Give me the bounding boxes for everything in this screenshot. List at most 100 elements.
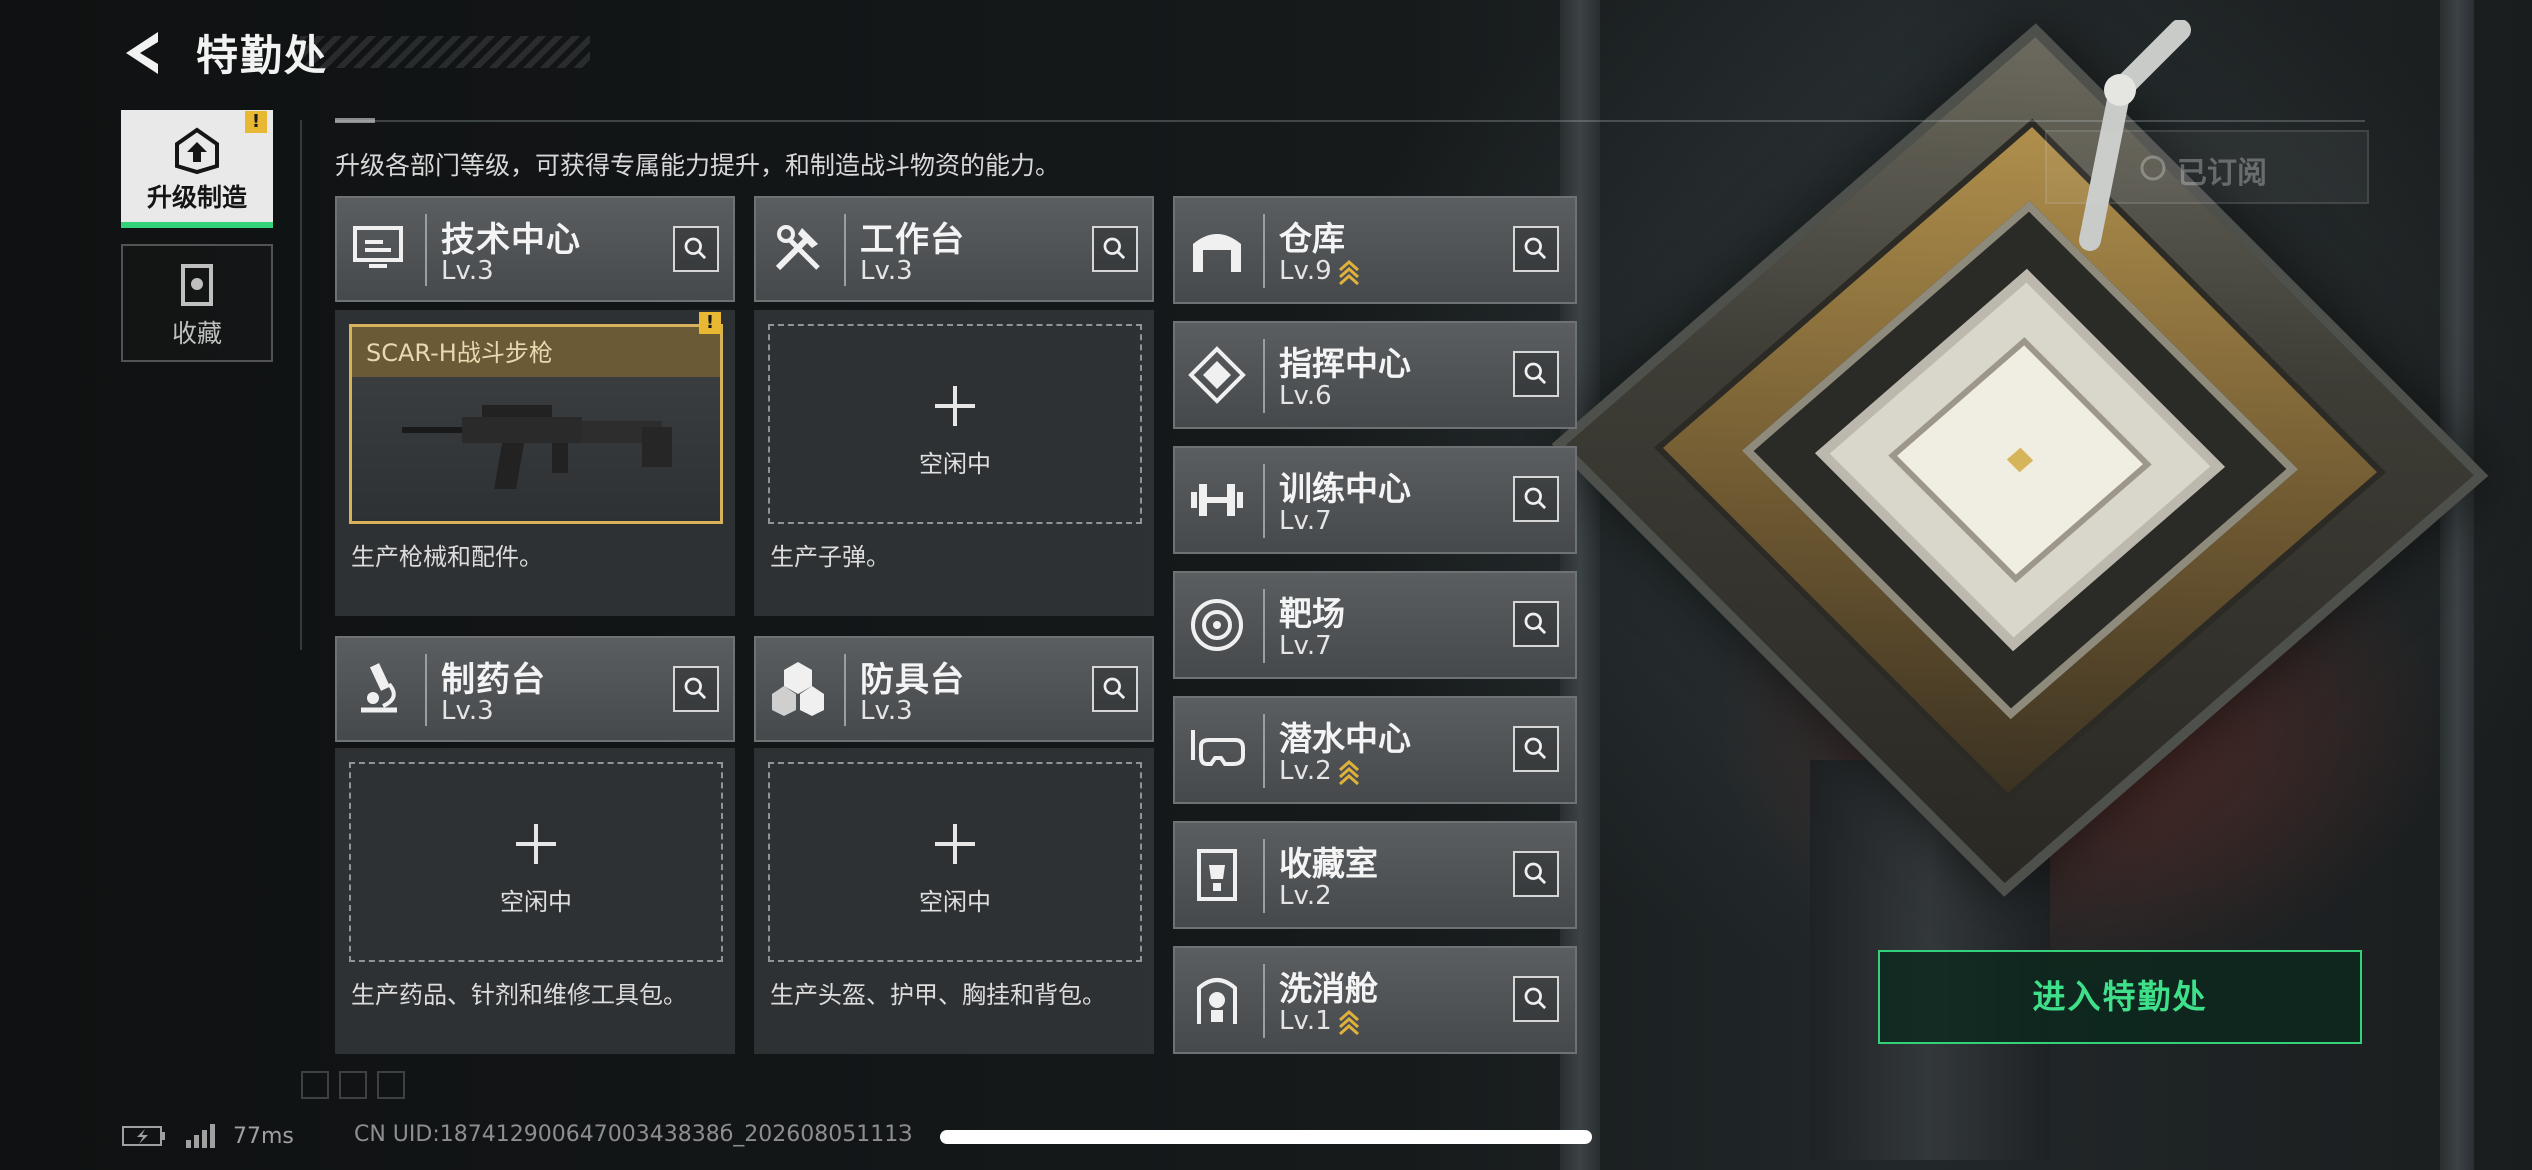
department-description: 生产药品、针剂和维修工具包。 (351, 981, 687, 1009)
department-description: 生产枪械和配件。 (351, 543, 543, 571)
department-description: 生产子弹。 (770, 543, 890, 571)
signal-icon (186, 1124, 215, 1148)
enter-button-label: 进入特勤处 (2032, 977, 2208, 1016)
search-icon[interactable] (1513, 351, 1559, 397)
microscope-icon (361, 663, 397, 713)
warning-badge: ! (699, 312, 721, 334)
production-slot-empty[interactable]: 空闲中 (349, 762, 723, 962)
check-icon (2140, 155, 2166, 181)
facility-level: Lv.7 (1279, 506, 1332, 536)
back-icon[interactable] (118, 28, 170, 78)
search-icon[interactable] (1513, 851, 1559, 897)
nav-label: 升级制造 (146, 183, 247, 212)
item-name: SCAR-H战斗步枪 (366, 339, 553, 367)
search-icon[interactable] (673, 226, 719, 272)
home-indicator[interactable] (940, 1130, 1592, 1144)
enter-special-ops-button[interactable]: 进入特勤处 (1878, 950, 2362, 1044)
department-pharmacy[interactable]: 制药台 Lv.3 (335, 636, 735, 742)
facility-collection-room[interactable]: 收藏室 Lv.2 (1173, 821, 1577, 929)
department-level: Lv.3 (860, 696, 913, 726)
facility-name: 潜水中心 (1279, 719, 1411, 758)
facility-diving-center[interactable]: 潜水中心 Lv.2 (1173, 696, 1577, 804)
upgrade-available-icon (1338, 259, 1359, 285)
collection-icon (181, 264, 213, 306)
boxes-icon (772, 662, 824, 716)
department-level: Lv.3 (860, 256, 913, 286)
facility-level: Lv.7 (1279, 631, 1332, 661)
facility-training-center[interactable]: 训练中心 Lv.7 (1173, 446, 1577, 554)
slot-status: 空闲中 (919, 450, 991, 478)
slot-status: 空闲中 (500, 888, 572, 916)
search-icon[interactable] (1513, 601, 1559, 647)
tools-icon (775, 225, 820, 271)
divider (335, 120, 2365, 122)
department-tech-center[interactable]: 技术中心 Lv.3 (335, 196, 735, 302)
search-icon[interactable] (1513, 726, 1559, 772)
search-icon[interactable] (1513, 476, 1559, 522)
department-body: 空闲中 生产头盔、护甲、胸挂和背包。 (754, 748, 1154, 1054)
department-body: 空闲中 生产子弹。 (754, 310, 1154, 616)
title-decoration (300, 36, 590, 68)
upgrade-available-icon (1338, 1009, 1359, 1035)
trophy-icon (1197, 849, 1237, 901)
upgrade-icon (175, 127, 219, 175)
department-description: 生产头盔、护甲、胸挂和背包。 (770, 981, 1106, 1009)
scene-pillar (2440, 0, 2474, 1170)
facility-level: Lv.9 (1279, 256, 1332, 286)
facility-level: Lv.1 (1279, 1006, 1332, 1036)
production-slot-empty[interactable]: 空闲中 (768, 324, 1142, 524)
subscribed-button[interactable]: 已订阅 (2045, 130, 2369, 204)
department-workbench[interactable]: 工作台 Lv.3 (754, 196, 1154, 302)
add-icon (935, 386, 975, 426)
facility-level: Lv.2 (1279, 881, 1332, 911)
rifle-image (402, 405, 672, 489)
production-slot-empty[interactable]: 空闲中 (768, 762, 1142, 962)
search-icon[interactable] (1092, 226, 1138, 272)
search-icon[interactable] (1092, 666, 1138, 712)
warehouse-icon (1193, 234, 1241, 272)
department-name: 技术中心 (441, 220, 581, 260)
upgrade-available-icon (1338, 759, 1359, 785)
page-title: 特勤处 (196, 31, 329, 80)
facility-level: Lv.2 (1279, 756, 1332, 786)
facility-name: 指挥中心 (1279, 344, 1411, 383)
divider-accent (335, 118, 375, 123)
subscribed-label: 已订阅 (2177, 156, 2267, 191)
department-body: 空闲中 生产药品、针剂和维修工具包。 (335, 748, 735, 1054)
diving-mask-icon (1191, 730, 1245, 766)
facility-shooting-range[interactable]: 靶场 Lv.7 (1173, 571, 1577, 679)
monitor-icon (353, 226, 403, 268)
page-description: 升级各部门等级，可获得专属能力提升，和制造战斗物资的能力。 (335, 151, 1061, 180)
facility-level: Lv.6 (1279, 381, 1332, 411)
department-armor-bench[interactable]: 防具台 Lv.3 (754, 636, 1154, 742)
facility-name: 靶场 (1279, 594, 1345, 633)
facility-name: 收藏室 (1279, 844, 1378, 883)
nav-label: 收藏 (171, 319, 222, 348)
facility-name: 洗消舱 (1279, 969, 1378, 1008)
department-level: Lv.3 (441, 696, 494, 726)
command-icon (1188, 346, 1246, 404)
target-icon (1191, 599, 1243, 651)
search-icon[interactable] (1513, 976, 1559, 1022)
department-body: SCAR-H战斗步枪 生产枪械和配件。 (335, 310, 735, 616)
facility-decontamination[interactable]: 洗消舱 Lv.1 (1173, 946, 1577, 1054)
divider-vertical (300, 120, 302, 650)
active-indicator (121, 222, 273, 228)
department-name: 制药台 (441, 660, 546, 700)
dumbbell-icon (1191, 484, 1243, 516)
facility-command-center[interactable]: 指挥中心 Lv.6 (1173, 321, 1577, 429)
department-name: 工作台 (860, 220, 965, 260)
search-icon[interactable] (1513, 226, 1559, 272)
add-icon (516, 824, 556, 864)
facility-name: 仓库 (1279, 219, 1345, 258)
facility-name: 训练中心 (1279, 469, 1411, 508)
search-icon[interactable] (673, 666, 719, 712)
facility-warehouse[interactable]: 仓库 Lv.9 (1173, 196, 1577, 304)
slot-status: 空闲中 (919, 888, 991, 916)
warning-badge: ! (245, 111, 267, 133)
corner-decoration-icons (301, 1071, 405, 1099)
department-name: 防具台 (860, 660, 965, 700)
production-slot[interactable]: SCAR-H战斗步枪 (349, 324, 723, 524)
user-uid: CN UID:18741290064700343838б_20260805111… (354, 1122, 913, 1147)
nav-collection[interactable]: 收藏 (121, 244, 273, 362)
